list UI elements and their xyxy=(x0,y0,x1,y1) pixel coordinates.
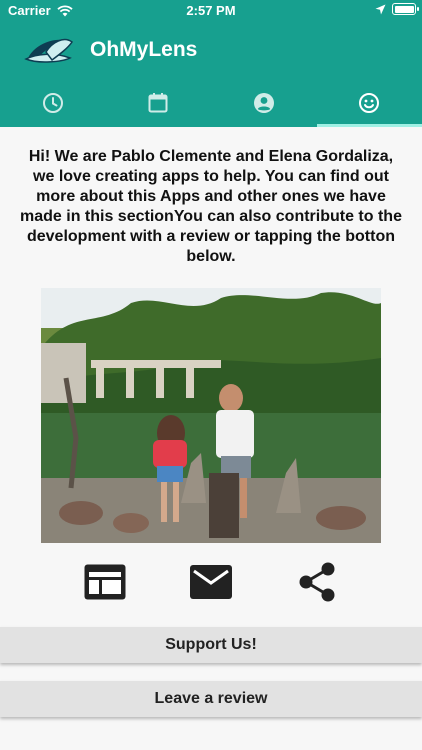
location-arrow-icon xyxy=(375,4,386,14)
app-screen: Carrier 2:57 PM OhMyLens Hi! We are Pabl… xyxy=(0,0,422,750)
website-button[interactable] xyxy=(81,558,129,606)
tab-indicator xyxy=(316,124,422,127)
tab-bar xyxy=(0,78,422,127)
about-intro-text: Hi! We are Pablo Clemente and Elena Gord… xyxy=(20,148,402,265)
app-title: OhMyLens xyxy=(90,38,198,61)
tab-calendar[interactable] xyxy=(106,78,212,127)
support-us-button[interactable]: Support Us! xyxy=(0,627,422,663)
status-right xyxy=(375,3,419,15)
share-button[interactable] xyxy=(293,558,341,606)
email-button[interactable] xyxy=(187,558,235,606)
clock-icon xyxy=(42,92,63,113)
lens-logo-icon xyxy=(24,38,74,63)
web-icon xyxy=(84,564,126,600)
leave-review-button[interactable]: Leave a review xyxy=(0,681,422,717)
header: Carrier 2:57 PM OhMyLens xyxy=(0,0,422,127)
status-bar: Carrier 2:57 PM xyxy=(0,0,422,22)
tab-history[interactable] xyxy=(0,78,106,127)
app-bar: OhMyLens xyxy=(0,28,422,76)
status-time: 2:57 PM xyxy=(186,3,236,18)
tab-about[interactable] xyxy=(316,78,422,127)
account-icon xyxy=(253,92,274,113)
calendar-icon xyxy=(148,92,168,112)
share-icon xyxy=(299,562,335,602)
email-icon xyxy=(190,565,232,599)
smiley-icon xyxy=(359,92,380,113)
action-row xyxy=(0,558,422,606)
team-photo xyxy=(41,288,381,543)
tab-profile[interactable] xyxy=(211,78,317,127)
battery-icon xyxy=(392,3,419,15)
